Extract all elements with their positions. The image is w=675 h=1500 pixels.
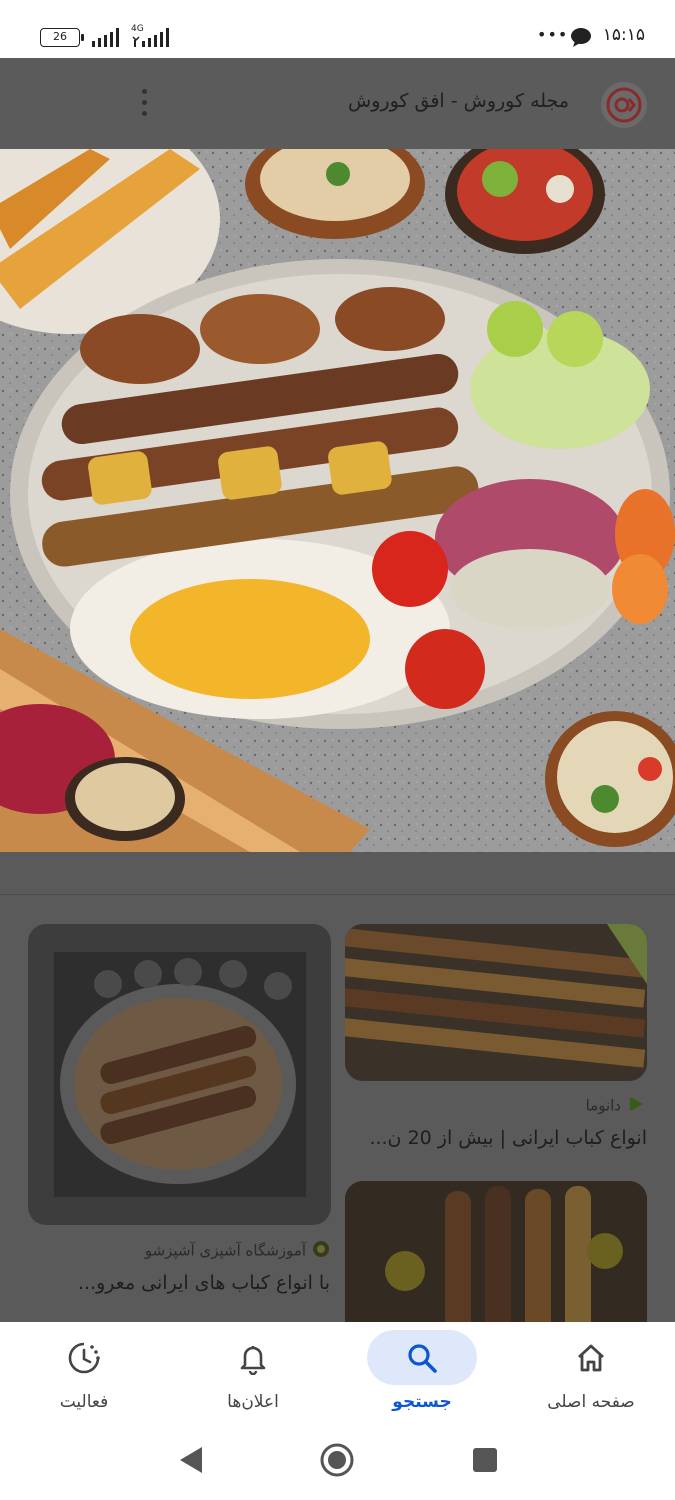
search-icon <box>367 1330 477 1385</box>
signal-icon <box>92 28 119 47</box>
result-source-label-2: آموزشگاه آشپزی آشپزشو <box>144 1241 306 1260</box>
back-icon[interactable] <box>176 1445 204 1475</box>
nav-notifications-label: اعلان‌ها <box>227 1392 279 1412</box>
result-image-2[interactable] <box>28 924 331 1225</box>
home-button-icon[interactable] <box>319 1442 355 1478</box>
more-options-icon[interactable] <box>134 86 154 118</box>
bottom-navigation: صفحه اصلی جستجو اعلان‌ها فعالیت <box>0 1322 675 1429</box>
bell-icon <box>198 1340 308 1376</box>
result-image-1[interactable] <box>345 924 647 1081</box>
image-viewer-scrim <box>0 852 675 894</box>
chat-bubble-icon <box>571 28 591 47</box>
site-logo-icon <box>601 82 647 128</box>
nav-activity-label: فعالیت <box>59 1392 109 1412</box>
related-results: دانوما انواع کباب ایرانی | بیش از 20 ن..… <box>0 895 675 1341</box>
result-source-2[interactable]: آموزشگاه آشپزی آشپزشو <box>145 1240 330 1262</box>
nav-home-label: صفحه اصلی <box>547 1392 635 1412</box>
activity-history-icon <box>29 1340 139 1376</box>
nav-notifications[interactable]: اعلان‌ها <box>169 1322 337 1429</box>
home-icon <box>536 1340 646 1376</box>
app-bar: مجله کوروش - افق کوروش <box>0 58 675 149</box>
clock: ۱۵:۱۵ <box>602 25 645 45</box>
recents-icon[interactable] <box>472 1447 498 1473</box>
system-navigation-bar <box>0 1429 675 1500</box>
status-bar: 26 4G ••• ۱۵:۱۵ <box>0 0 675 58</box>
result-title-1[interactable]: انواع کباب ایرانی | بیش از 20 ن... <box>347 1127 647 1149</box>
result-image-3[interactable] <box>345 1181 647 1341</box>
more-notifications-icon: ••• <box>537 25 569 44</box>
nav-activity[interactable]: فعالیت <box>0 1322 168 1429</box>
nav-search[interactable]: جستجو <box>338 1322 506 1429</box>
page-title: مجله کوروش - افق کوروش <box>348 90 569 112</box>
nav-search-label: جستجو <box>392 1392 452 1412</box>
result-source-1[interactable]: دانوما <box>586 1095 645 1117</box>
danoma-logo-icon <box>627 1095 645 1117</box>
ashpazshoo-logo-icon <box>312 1240 330 1262</box>
nav-home[interactable]: صفحه اصلی <box>507 1322 675 1429</box>
battery-indicator: 26 <box>40 28 84 47</box>
result-title-2[interactable]: با انواع کباب های ایرانی معرو... <box>30 1272 330 1294</box>
result-source-label-1: دانوما <box>585 1096 621 1115</box>
hero-food-image[interactable] <box>0 149 675 852</box>
signal-icon-2 <box>132 28 169 47</box>
